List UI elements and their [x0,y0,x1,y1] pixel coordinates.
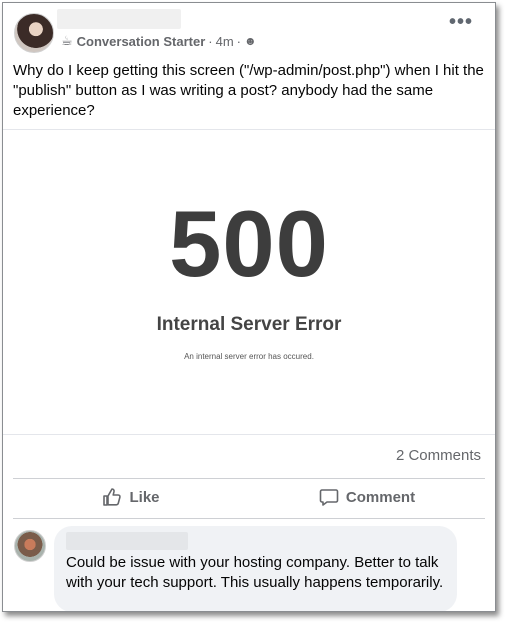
post-text: Why do I keep getting this screen ("/wp-… [13,62,484,119]
commenter-name-redacted[interactable] [66,532,188,550]
comments-count[interactable]: 2 Comments [396,447,481,464]
meta-separator: · [236,33,241,49]
more-options-icon[interactable]: ••• [449,12,473,32]
comment-bubble-icon [319,489,339,506]
group-badge[interactable]: Conversation Starter [77,34,206,49]
post-time[interactable]: 4m [216,34,234,49]
post-image[interactable]: 500 Internal Server Error An internal se… [3,129,495,435]
commenter-avatar[interactable] [14,530,46,562]
comment-text: Could be issue with your hosting company… [66,554,444,591]
action-bar: Like Comment [13,480,485,514]
coffee-cup-icon: ☕ [61,33,73,48]
post-meta: ☕ Conversation Starter · 4m · ☻ [61,33,257,49]
error-title: Internal Server Error [156,314,342,335]
error-code: 500 [169,191,329,296]
comment-label: Comment [345,488,416,506]
meta-separator: · [208,33,213,49]
comment-button[interactable]: Comment [249,480,485,514]
author-name-redacted[interactable] [57,9,181,29]
post-card: ☕ Conversation Starter · 4m · ☻ ••• Why … [2,2,496,612]
globe-icon[interactable]: ☻ [244,34,257,48]
divider [13,478,485,479]
comment-bubble: Could be issue with your hosting company… [54,526,457,611]
like-label: Like [129,488,160,506]
like-button[interactable]: Like [13,480,249,514]
divider [13,518,485,519]
author-avatar[interactable] [14,13,54,53]
thumbs-up-icon [103,488,122,506]
error-subtitle: An internal server error has occured. [184,352,314,361]
